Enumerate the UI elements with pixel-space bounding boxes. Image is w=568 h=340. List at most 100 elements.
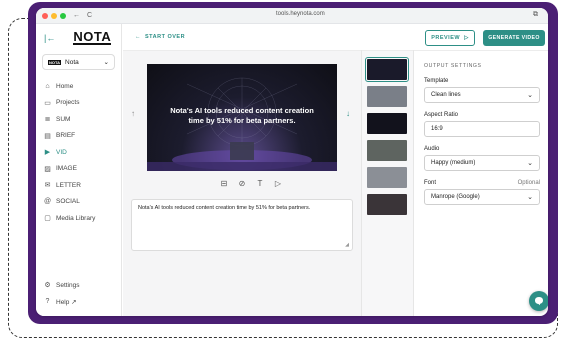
slide-editor: Nota's AI tools reduced content creation…	[123, 51, 361, 316]
layout-tool-icon[interactable]: ⊟	[219, 179, 229, 188]
sidebar-item-projects[interactable]: ▭ Projects	[36, 95, 121, 112]
aspect-ratio-field[interactable]: 16:9	[424, 121, 540, 137]
nota-logo: NOTA	[73, 29, 112, 45]
sidebar-item-label: BRIEF	[56, 132, 76, 140]
thumbnail-strip	[362, 51, 413, 316]
slide-thumbnail[interactable]	[367, 167, 407, 188]
maximize-window-button[interactable]	[60, 12, 66, 19]
caption-text: Nota's AI tools reduced content creation…	[138, 205, 311, 211]
sidebar-item-label: LETTER	[56, 181, 81, 189]
move-up-icon[interactable]: ↑	[131, 109, 135, 118]
template-label-text: Template	[424, 78, 449, 84]
sidebar-item-help[interactable]: ? Help ↗	[36, 294, 121, 311]
workspace-logo: NOTA	[48, 59, 62, 65]
aspect-ratio-value: 16:9	[431, 126, 443, 132]
letter-icon: ✉	[44, 182, 51, 190]
sidebar-item-label: SUM	[56, 115, 71, 123]
video-icon: ▶	[44, 149, 51, 157]
play-icon: ▷	[464, 35, 469, 41]
reload-icon[interactable]: C	[87, 12, 92, 19]
media-library-icon: ▢	[44, 215, 51, 223]
sum-icon: ≣	[44, 116, 51, 124]
template-label: Template	[424, 78, 540, 84]
sidebar-item-label: Projects	[56, 99, 80, 107]
font-label-text: Font	[424, 180, 437, 186]
sidebar-item-settings[interactable]: ⚙ Settings	[36, 277, 121, 294]
back-icon[interactable]: ←	[73, 12, 80, 19]
sidebar-item-vid[interactable]: ▶ VID	[36, 144, 121, 161]
chevron-down-icon: ⌄	[527, 160, 533, 167]
sidebar: |← NOTA NOTA Nota ⌄ ⌂ Home ▭ Projects ≣ …	[36, 24, 122, 316]
main-area: ← START OVER PREVIEW ▷ GENERATE VIDEO No…	[123, 24, 548, 316]
window-action-icon[interactable]: ⧉	[533, 11, 538, 19]
slide-tools: ⊟ ⊘ T ▷	[219, 179, 283, 188]
slide-thumbnail[interactable]	[367, 86, 407, 107]
slide-thumbnail[interactable]	[367, 113, 407, 134]
home-icon: ⌂	[45, 82, 50, 90]
sidebar-item-sum[interactable]: ≣ SUM	[36, 111, 121, 128]
slide-thumbnail[interactable]	[367, 140, 407, 161]
move-down-icon[interactable]: ↓	[346, 109, 350, 118]
font-select[interactable]: Manrope (Google) ⌄	[424, 189, 540, 205]
sidebar-item-media-library[interactable]: ▢ Media Library	[36, 210, 121, 227]
close-window-button[interactable]	[42, 12, 48, 19]
preview-button[interactable]: PREVIEW ▷	[425, 30, 475, 46]
resize-handle-icon[interactable]: ◢	[345, 242, 349, 248]
chevron-down-icon: ⌄	[527, 92, 533, 99]
browser-chrome: ← C tools.heynota.com ⧉	[36, 8, 548, 24]
slide-thumbnail[interactable]	[365, 57, 409, 82]
address-bar[interactable]: tools.heynota.com	[276, 11, 325, 17]
sidebar-item-social[interactable]: @ SOCIAL	[36, 194, 121, 211]
chevron-down-icon: ⌄	[103, 59, 109, 66]
collapse-sidebar-icon[interactable]: |←	[44, 33, 55, 43]
folder-icon: ▭	[44, 99, 51, 107]
sidebar-item-label: IMAGE	[56, 165, 77, 173]
preview-label: PREVIEW	[431, 35, 461, 41]
slide-text[interactable]: Nota's AI tools reduced content creation…	[147, 106, 337, 126]
minimize-window-button[interactable]	[51, 12, 57, 19]
sidebar-item-home[interactable]: ⌂ Home	[36, 78, 121, 95]
help-icon: ?	[45, 298, 50, 306]
chat-icon	[535, 297, 543, 306]
sidebar-item-label: SOCIAL	[56, 198, 80, 206]
brief-icon: ▤	[44, 132, 51, 140]
chat-support-button[interactable]	[529, 291, 548, 311]
sidebar-item-brief[interactable]: ▤ BRIEF	[36, 128, 121, 145]
sidebar-item-label: Settings	[56, 281, 80, 289]
start-over-label: START OVER	[145, 34, 186, 40]
generate-video-button[interactable]: GENERATE VIDEO	[483, 30, 545, 46]
media-tool-icon[interactable]: ⊘	[237, 179, 247, 188]
start-over-link[interactable]: ← START OVER	[135, 34, 185, 40]
top-bar: ← START OVER PREVIEW ▷ GENERATE VIDEO	[123, 24, 548, 50]
aspect-ratio-label-text: Aspect Ratio	[424, 112, 459, 118]
gear-icon: ⚙	[44, 282, 51, 290]
sidebar-item-label: Home	[56, 82, 74, 90]
sidebar-item-letter[interactable]: ✉ LETTER	[36, 177, 121, 194]
slide-preview[interactable]: Nota's AI tools reduced content creation…	[147, 64, 337, 171]
font-value: Manrope (Google)	[431, 194, 480, 200]
sidebar-header: |← NOTA	[36, 24, 121, 52]
aspect-ratio-label: Aspect Ratio	[424, 112, 540, 118]
template-select[interactable]: Clean lines ⌄	[424, 87, 540, 103]
sidebar-item-label: Help ↗	[56, 298, 77, 306]
workspace-selector[interactable]: NOTA Nota ⌄	[42, 54, 115, 70]
chevron-down-icon: ⌄	[527, 194, 533, 201]
arrow-left-icon: ←	[135, 34, 141, 40]
audio-select[interactable]: Happy (medium) ⌄	[424, 155, 540, 171]
template-value: Clean lines	[431, 92, 461, 98]
sidebar-item-image[interactable]: ▨ IMAGE	[36, 161, 121, 178]
sidebar-item-label: VID	[56, 148, 67, 156]
text-tool-icon[interactable]: T	[255, 179, 265, 188]
play-tool-icon[interactable]: ▷	[273, 179, 283, 188]
audio-value: Happy (medium)	[431, 160, 476, 166]
workspace-left: NOTA Nota	[48, 59, 79, 66]
slide-thumbnail[interactable]	[367, 194, 407, 215]
audio-label: Audio	[424, 146, 540, 152]
output-settings-panel: OUTPUT SETTINGS Template Clean lines ⌄ A…	[414, 51, 548, 316]
social-icon: @	[43, 198, 52, 206]
output-settings-title: OUTPUT SETTINGS	[424, 63, 482, 69]
font-label: Font Optional	[424, 180, 540, 186]
caption-textarea[interactable]: Nota's AI tools reduced content creation…	[131, 199, 353, 251]
font-optional-label: Optional	[517, 180, 540, 186]
audio-label-text: Audio	[424, 146, 440, 152]
